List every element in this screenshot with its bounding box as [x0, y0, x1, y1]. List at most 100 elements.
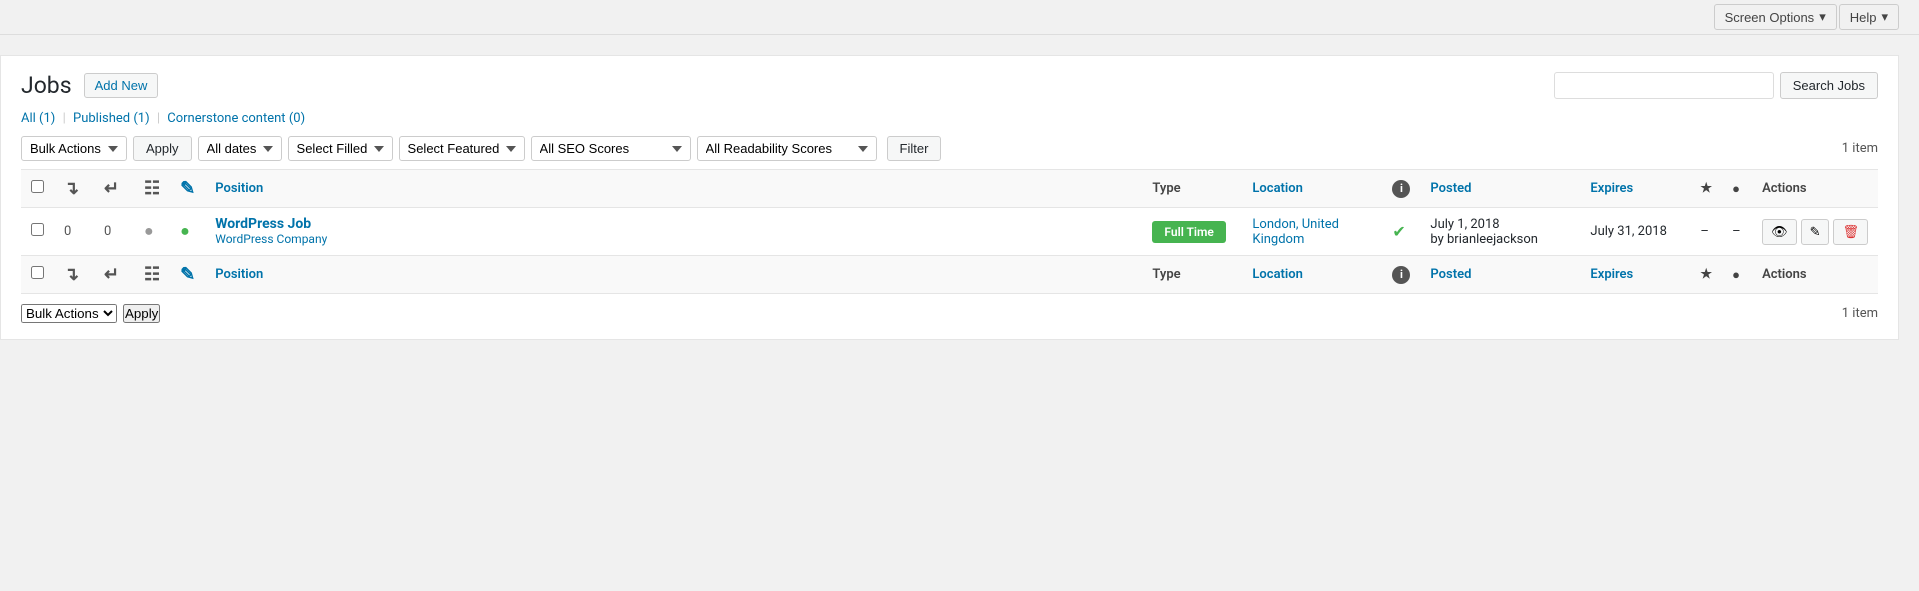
th-person: ● — [1722, 170, 1752, 208]
all-dates-select[interactable]: All dates — [198, 136, 282, 161]
posted-sort-link[interactable]: Posted — [1430, 181, 1471, 196]
th-icon-pen: ✎ — [170, 170, 205, 208]
eye-icon: 👁 — [1771, 224, 1788, 240]
tfoot-th-location: Location — [1242, 256, 1382, 294]
location-sort-link[interactable]: Location — [1252, 181, 1303, 196]
all-seo-scores-select[interactable]: All SEO Scores — [531, 136, 691, 161]
row-expires-cell: July 31, 2018 — [1580, 208, 1690, 256]
th-expires: Expires — [1580, 170, 1690, 208]
screen-options-button[interactable]: Screen Options ▾ — [1714, 4, 1837, 30]
add-new-button[interactable]: Add New — [84, 73, 159, 98]
page-wrapper: Screen Options ▾ Help ▾ Jobs Add New Sea… — [0, 0, 1919, 591]
posted-sort-link-footer[interactable]: Posted — [1430, 267, 1471, 282]
row-checkbox-cell — [21, 208, 54, 256]
tfoot-th-qr: ☷ — [134, 256, 170, 294]
table-footer-row: ↴ ↵ ☷ ✎ Position Type — [21, 256, 1878, 294]
apply-button-top[interactable]: Apply — [133, 136, 192, 161]
th-icon-qr: ☷ — [134, 170, 170, 208]
verified-check-icon: ✔ — [1392, 222, 1405, 241]
grey-dot-icon: ● — [144, 221, 154, 240]
filter-all-link[interactable]: All (1) — [21, 111, 59, 126]
page-header: Jobs Add New Search Jobs — [21, 72, 1878, 99]
tfoot-th-actions: Actions — [1752, 256, 1878, 294]
bulk-actions-select-bottom[interactable]: Bulk Actions — [21, 304, 117, 323]
all-readability-scores-select[interactable]: All Readability Scores — [697, 136, 877, 161]
star-value: – — [1700, 224, 1709, 239]
position-sort-link[interactable]: Position — [215, 181, 263, 196]
bottom-toolbar: Bulk Actions Apply 1 item — [21, 304, 1878, 323]
separator-1: | — [63, 111, 66, 126]
tfoot-th-position: Position — [205, 256, 1142, 294]
tfoot-th-info: i — [1382, 256, 1420, 294]
tfoot-th-type: Type — [1142, 256, 1242, 294]
job-title: WordPress Job — [215, 216, 1132, 232]
select-all-checkbox-bottom[interactable] — [31, 266, 44, 279]
import-icon: ↴ — [64, 178, 79, 199]
th-type: Type — [1142, 170, 1242, 208]
edit-button[interactable]: ✎ — [1801, 219, 1830, 245]
location-sort-link-footer[interactable]: Location — [1252, 267, 1303, 282]
expires-sort-link-footer[interactable]: Expires — [1590, 267, 1633, 282]
view-button[interactable]: 👁 — [1762, 219, 1797, 245]
job-type-badge: Full Time — [1152, 221, 1225, 243]
top-toolbar: Bulk Actions Apply All dates Select Fill… — [21, 136, 1878, 161]
th-actions: Actions — [1752, 170, 1878, 208]
table-body: 0 0 ● ● WordPress Job — [21, 208, 1878, 256]
bottom-item-count: 1 item — [1842, 306, 1878, 321]
row-posted-cell: July 1, 2018 by brianleejackson — [1420, 208, 1580, 256]
row-dot-green: ● — [170, 208, 205, 256]
select-featured-select[interactable]: Select Featured — [399, 136, 525, 161]
job-company-link[interactable]: WordPress Company — [215, 232, 327, 246]
row-star-cell: – — [1690, 208, 1722, 256]
item-count-top: 1 item — [1842, 141, 1878, 156]
table-header-row: ↴ ↵ ☷ ✎ Position Type — [21, 170, 1878, 208]
page-title: Jobs — [21, 72, 72, 99]
row-num-a: 0 — [54, 208, 94, 256]
th-position: Position — [205, 170, 1142, 208]
top-bar: Screen Options ▾ Help ▾ — [0, 0, 1919, 35]
filter-links: All (1) | Published (1) | Cornerstone co… — [21, 111, 1878, 126]
row-actions-cell: 👁 ✎ 🗑 — [1752, 208, 1878, 256]
tfoot-th-person: ● — [1722, 256, 1752, 294]
action-buttons: 👁 ✎ 🗑 — [1762, 219, 1868, 245]
row-checkbox[interactable] — [31, 223, 44, 236]
row-num-b: 0 — [94, 208, 134, 256]
th-icon-import: ↴ — [54, 170, 94, 208]
select-all-checkbox-top[interactable] — [31, 180, 44, 193]
search-jobs-button[interactable]: Search Jobs — [1780, 72, 1878, 99]
tfoot-th-export: ↵ — [94, 256, 134, 294]
delete-button[interactable]: 🗑 — [1833, 219, 1868, 245]
apply-button-bottom[interactable]: Apply — [123, 304, 160, 323]
separator-2: | — [157, 111, 160, 126]
export-icon: ↵ — [104, 178, 119, 199]
export-icon-footer: ↵ — [104, 264, 119, 285]
row-type-cell: Full Time — [1142, 208, 1242, 256]
select-filled-select[interactable]: Select Filled — [288, 136, 393, 161]
qr-icon-footer: ☷ — [144, 264, 160, 285]
search-area: Search Jobs — [1554, 72, 1878, 99]
location-anchor[interactable]: London, United Kingdom — [1252, 217, 1339, 247]
page-title-area: Jobs Add New — [21, 72, 158, 99]
th-checkbox — [21, 170, 54, 208]
posted-by: by brianleejackson — [1430, 232, 1538, 247]
row-dot-grey: ● — [134, 208, 170, 256]
tfoot-th-import: ↴ — [54, 256, 94, 294]
bulk-actions-select-top[interactable]: Bulk Actions — [21, 136, 127, 161]
th-posted: Posted — [1420, 170, 1580, 208]
filter-cornerstone-link[interactable]: Cornerstone content (0) — [167, 111, 305, 126]
expires-sort-link[interactable]: Expires — [1590, 181, 1633, 196]
tfoot-th-expires: Expires — [1580, 256, 1690, 294]
location-link: London, United Kingdom — [1252, 217, 1372, 247]
th-info: i — [1382, 170, 1420, 208]
position-sort-link-footer[interactable]: Position — [215, 267, 263, 282]
screen-options-label: Screen Options — [1725, 10, 1815, 25]
screen-options-chevron-icon: ▾ — [1819, 9, 1826, 25]
filter-published-link[interactable]: Published (1) — [73, 111, 153, 126]
search-input[interactable] — [1554, 72, 1774, 99]
table-row: 0 0 ● ● WordPress Job — [21, 208, 1878, 256]
import-icon-footer: ↴ — [64, 264, 79, 285]
help-button[interactable]: Help ▾ — [1839, 4, 1899, 30]
filter-button[interactable]: Filter — [887, 136, 942, 161]
info-icon-top: i — [1392, 180, 1410, 198]
job-title-link[interactable]: WordPress Job — [215, 216, 311, 232]
